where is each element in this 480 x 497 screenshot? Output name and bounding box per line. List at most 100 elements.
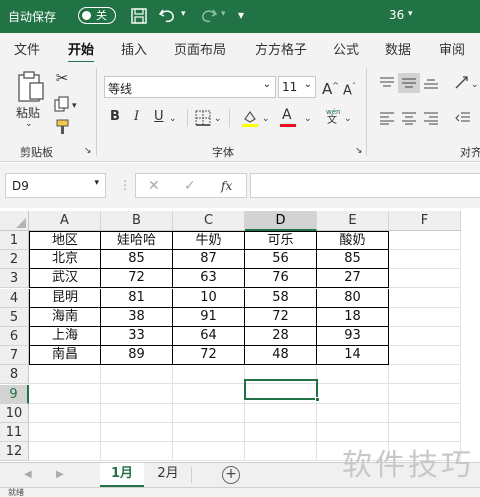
file-name-dropdown-icon[interactable]: ▾ [408, 9, 413, 19]
empty-cell[interactable] [29, 385, 101, 404]
table-cell[interactable]: 91 [173, 308, 245, 327]
empty-cell[interactable] [389, 385, 461, 404]
formula-input[interactable] [250, 173, 480, 198]
table-cell[interactable]: 56 [245, 250, 317, 269]
empty-cell[interactable] [389, 289, 461, 308]
empty-cell[interactable] [389, 346, 461, 365]
copy-icon[interactable] [53, 96, 71, 114]
font-name-dropdown-icon[interactable]: ⌄ [263, 79, 271, 90]
table-cell[interactable]: 33 [101, 327, 173, 346]
tab-home[interactable]: 开始 [68, 39, 95, 63]
italic-button[interactable]: I [134, 109, 139, 125]
table-cell[interactable]: 85 [317, 250, 389, 269]
shrink-font-button[interactable]: Aˇ [343, 79, 356, 99]
table-cell[interactable]: 85 [101, 250, 173, 269]
clipboard-launcher-icon[interactable]: ↘ [84, 146, 92, 156]
empty-cell[interactable] [173, 423, 245, 442]
table-cell[interactable]: 63 [173, 269, 245, 288]
undo-icon[interactable] [158, 6, 178, 24]
column-header-c[interactable]: C [173, 211, 245, 231]
empty-cell[interactable] [101, 442, 173, 461]
scroll-right-icon[interactable]: ▶ [56, 467, 64, 483]
table-cell[interactable]: 87 [173, 250, 245, 269]
empty-cell[interactable] [173, 365, 245, 384]
empty-cell[interactable] [101, 385, 173, 404]
decrease-indent-icon[interactable] [455, 111, 471, 125]
grow-font-button[interactable]: A^ [322, 78, 339, 97]
empty-cell[interactable] [389, 231, 461, 250]
table-cell[interactable]: 81 [101, 289, 173, 308]
row-header-6[interactable]: 6 [0, 327, 29, 346]
row-header-9[interactable]: 9 [0, 385, 29, 404]
table-cell[interactable]: 14 [317, 346, 389, 365]
align-top-icon[interactable] [379, 76, 395, 90]
table-cell[interactable]: 28 [245, 327, 317, 346]
table-cell[interactable]: 48 [245, 346, 317, 365]
font-color-dropdown-icon[interactable]: ⌄ [304, 111, 312, 127]
empty-cell[interactable] [245, 404, 317, 423]
table-cell[interactable]: 北京 [29, 250, 101, 269]
redo-icon[interactable] [198, 6, 218, 24]
tab-insert[interactable]: 插入 [121, 39, 147, 58]
empty-cell[interactable] [29, 442, 101, 461]
table-cell[interactable]: 昆明 [29, 289, 101, 308]
table-cell[interactable]: 64 [173, 327, 245, 346]
scroll-left-icon[interactable]: ◀ [24, 467, 32, 483]
table-cell[interactable]: 58 [245, 289, 317, 308]
save-icon[interactable] [130, 7, 148, 25]
add-sheet-button[interactable]: + [222, 466, 240, 484]
table-cell[interactable]: 10 [173, 289, 245, 308]
orientation-icon[interactable] [453, 74, 471, 92]
tab-page-layout[interactable]: 页面布局 [174, 39, 226, 58]
row-header-4[interactable]: 4 [0, 289, 29, 308]
tab-formulas[interactable]: 公式 [333, 39, 359, 58]
row-header-2[interactable]: 2 [0, 250, 29, 269]
table-cell[interactable]: 牛奶 [173, 231, 245, 250]
format-painter-icon[interactable] [54, 118, 72, 136]
align-center-icon[interactable] [401, 111, 417, 125]
empty-cell[interactable] [101, 404, 173, 423]
empty-cell[interactable] [173, 442, 245, 461]
name-box-dropdown-icon[interactable]: ▾ [94, 178, 99, 188]
empty-cell[interactable] [317, 385, 389, 404]
empty-cell[interactable] [389, 308, 461, 327]
table-cell[interactable]: 娃哈哈 [101, 231, 173, 250]
fill-color-icon[interactable] [240, 108, 260, 128]
empty-cell[interactable] [29, 365, 101, 384]
column-header-f[interactable]: F [389, 211, 461, 231]
empty-cell[interactable] [317, 365, 389, 384]
align-left-icon[interactable] [379, 111, 395, 125]
customize-toolbar-icon[interactable]: ▾ [238, 8, 244, 22]
empty-cell[interactable] [389, 269, 461, 288]
table-cell[interactable]: 72 [101, 269, 173, 288]
row-header-3[interactable]: 3 [0, 269, 29, 288]
align-bottom-icon[interactable] [423, 76, 439, 90]
column-header-e[interactable]: E [317, 211, 389, 231]
underline-button[interactable]: U [154, 109, 164, 125]
undo-dropdown-icon[interactable]: ▾ [181, 9, 186, 19]
row-header-8[interactable]: 8 [0, 365, 29, 384]
border-dropdown-icon[interactable]: ⌄ [214, 111, 222, 127]
empty-cell[interactable] [29, 423, 101, 442]
bold-button[interactable]: B [110, 109, 120, 125]
empty-cell[interactable] [317, 404, 389, 423]
select-all-button[interactable] [0, 211, 29, 231]
tab-fangfang[interactable]: 方方格子 [255, 39, 307, 58]
sheet-tab-1[interactable]: 1月 [100, 463, 144, 487]
empty-cell[interactable] [389, 250, 461, 269]
font-name-box[interactable]: 等线 ⌄ [104, 76, 276, 98]
border-icon[interactable] [195, 110, 211, 126]
insert-function-button[interactable]: fx [221, 178, 232, 194]
empty-cell[interactable] [29, 404, 101, 423]
copy-dropdown-icon[interactable]: ▾ [72, 98, 77, 114]
row-header-1[interactable]: 1 [0, 231, 29, 250]
empty-cell[interactable] [101, 365, 173, 384]
column-header-a[interactable]: A [29, 211, 101, 231]
orientation-dropdown-icon[interactable]: ⌄ [471, 77, 479, 93]
table-cell[interactable]: 上海 [29, 327, 101, 346]
name-box[interactable]: D9 ▾ [5, 173, 106, 198]
row-header-11[interactable]: 11 [0, 423, 29, 442]
table-cell[interactable]: 可乐 [245, 231, 317, 250]
table-cell[interactable]: 海南 [29, 308, 101, 327]
table-cell[interactable]: 38 [101, 308, 173, 327]
